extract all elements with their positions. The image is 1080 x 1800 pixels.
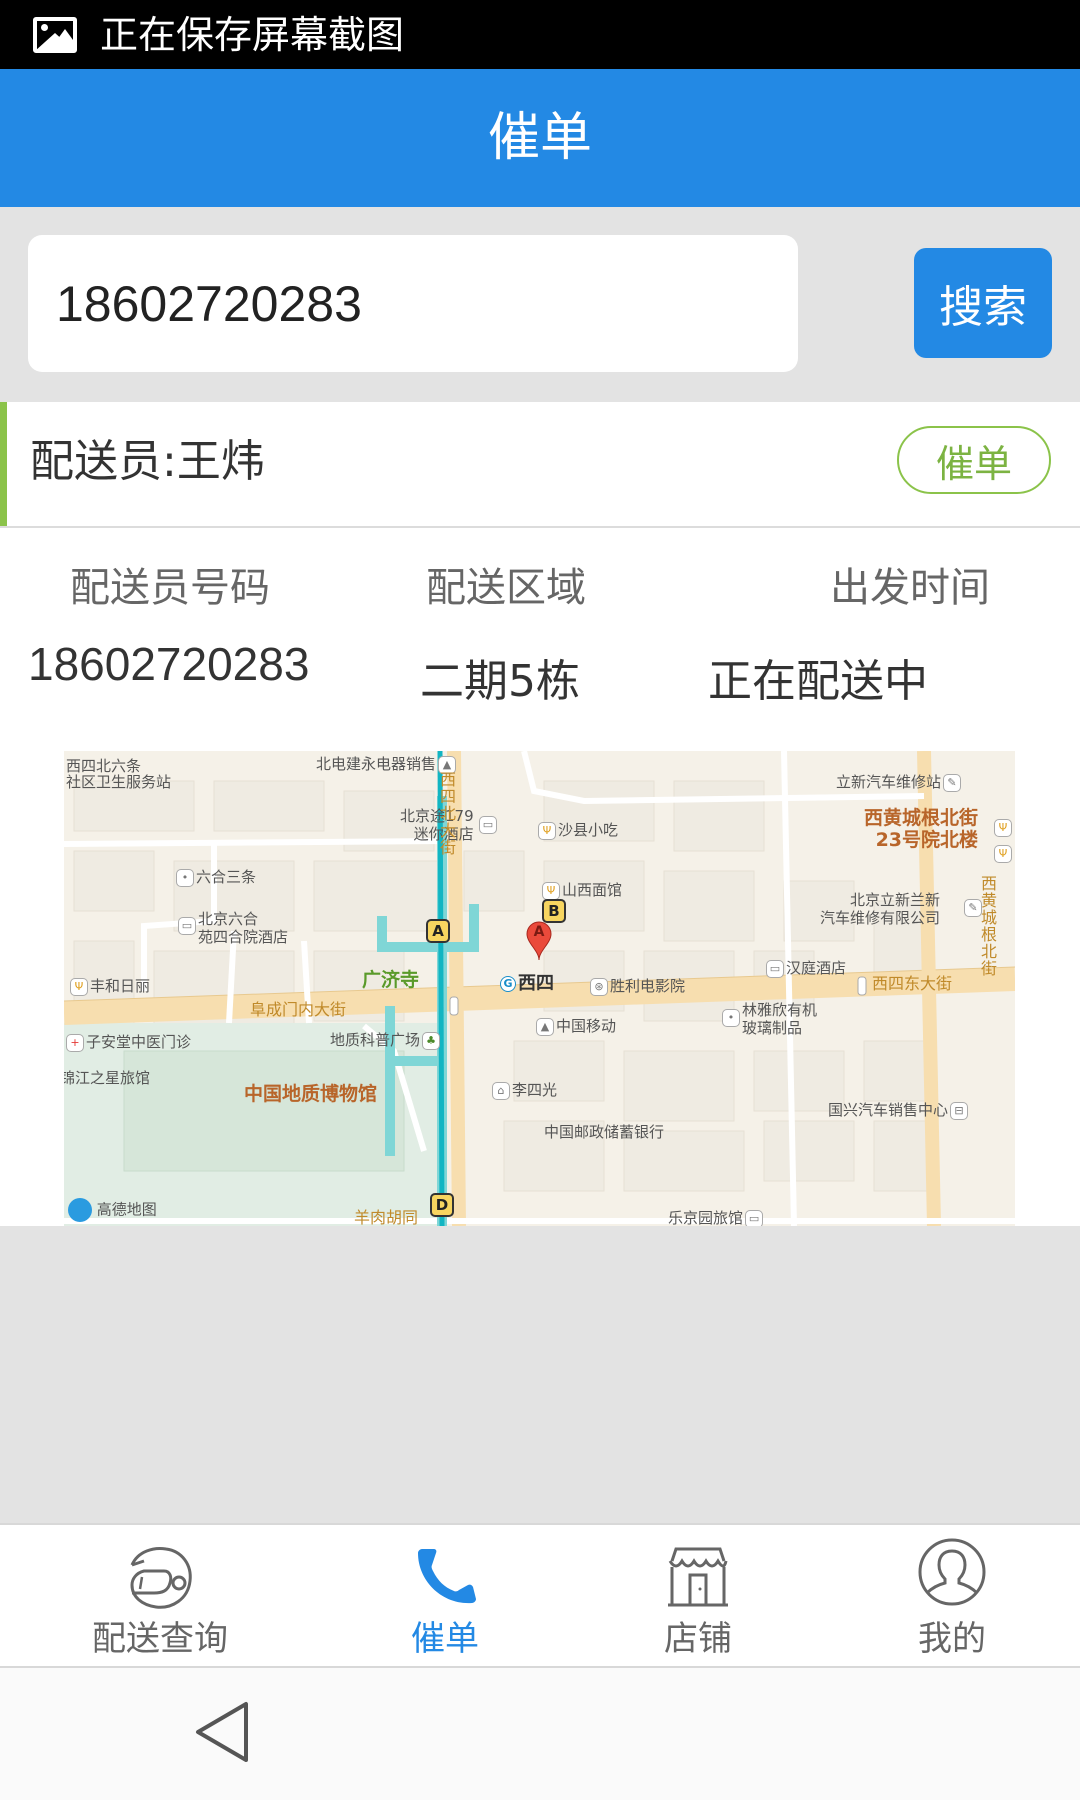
- header-courier-phone: 配送员号码: [70, 565, 270, 611]
- map-label: Ψ 丰和日丽: [68, 977, 150, 996]
- restaurant-icon: Ψ: [70, 977, 88, 996]
- status-text: 正在保存屏幕截图: [100, 13, 405, 57]
- restaurant-icon: Ψ: [994, 819, 1012, 837]
- search-button[interactable]: 搜索: [914, 248, 1052, 358]
- map-label: 国兴汽车销售中心 ⊟: [828, 1101, 970, 1120]
- amap-logo: 高德地图: [68, 1198, 157, 1222]
- map-label: ▭ 汉庭酒店: [764, 959, 846, 978]
- search-input[interactable]: [28, 235, 798, 372]
- header-delivery-area: 配送区域: [426, 565, 586, 611]
- tab-label: 配送查询: [92, 1619, 228, 1659]
- tab-label: 我的: [918, 1619, 986, 1659]
- map-label: Ψ 山西面馆: [540, 881, 622, 900]
- user-icon: [817, 1537, 1080, 1607]
- poi-dot-icon: •: [722, 1009, 740, 1027]
- helmet-icon: [25, 1543, 295, 1613]
- map-label: • 六合三条: [174, 868, 256, 887]
- back-triangle-icon: [196, 1702, 248, 1762]
- map-label: + 子安堂中医门诊: [64, 1033, 191, 1052]
- route-stop-d[interactable]: D: [430, 1193, 454, 1217]
- hotel-icon: ▭: [745, 1209, 764, 1226]
- shop-icon: ▲: [536, 1017, 554, 1036]
- map-label: 社区卫生服务站: [66, 773, 172, 791]
- map-label: G 西四: [498, 975, 554, 993]
- map-view[interactable]: 西四北六条 社区卫生服务站 北电建永电器销售 ▲ 北京途179 迷你酒店 ▭ • 六合…: [64, 751, 1015, 1226]
- hotel-icon: ▭: [766, 959, 784, 978]
- map-label: 中国邮政储蓄银行: [544, 1123, 665, 1141]
- marker-label: A: [533, 924, 545, 940]
- map-label: ⌂ 李四光: [490, 1081, 557, 1100]
- hotel-icon: ▭: [479, 816, 497, 834]
- status-bar: 正在保存屏幕截图: [0, 0, 1080, 69]
- amap-logo-icon: [68, 1198, 92, 1222]
- map-label: 乐京园旅馆 ▭: [668, 1209, 765, 1226]
- search-area: 搜索: [0, 207, 1080, 401]
- system-nav-bar: [0, 1668, 1080, 1800]
- road-label: 西四东大街: [872, 974, 953, 993]
- restaurant-icon: Ψ: [538, 821, 556, 840]
- map-label: 林雅欣有机 玻璃制品: [742, 1001, 818, 1037]
- image-icon: [33, 17, 77, 53]
- tab-label: 店铺: [664, 1619, 732, 1659]
- map-label: 西黄城根北街 23号院北楼: [864, 807, 979, 851]
- route-stop-b[interactable]: B: [542, 899, 566, 923]
- hotel-icon: ▭: [178, 917, 196, 935]
- wrench-icon: ✎: [943, 773, 962, 792]
- accent-bar: [0, 402, 7, 526]
- map-label: ▲ 中国移动: [534, 1017, 616, 1036]
- route-stop-a[interactable]: A: [426, 919, 450, 943]
- page-title: 催单: [487, 108, 592, 168]
- restaurant-icon: Ψ: [994, 845, 1012, 863]
- tab-label: 催单: [411, 1619, 479, 1659]
- road-label: 西黄城根北街: [978, 875, 997, 977]
- location-marker-icon[interactable]: A: [526, 921, 552, 961]
- clinic-icon: +: [66, 1033, 84, 1052]
- road-label: 羊肉胡同: [354, 1208, 419, 1227]
- courier-name: 配送员:王炜: [30, 436, 265, 487]
- map-label: 锦江之星旅馆: [64, 1069, 151, 1087]
- phone-icon: [310, 1543, 580, 1613]
- urge-button[interactable]: 催单: [897, 426, 1051, 494]
- restaurant-icon: Ψ: [542, 881, 560, 900]
- map-label: 立新汽车维修站 ✎: [836, 773, 963, 792]
- metro-icon: G: [500, 976, 516, 992]
- tab-mine[interactable]: 我的: [817, 1525, 1080, 1668]
- road-label: 阜成门内大街: [250, 1000, 347, 1019]
- park-icon: ♣: [422, 1031, 441, 1050]
- museum-icon: ⌂: [492, 1081, 510, 1100]
- app-header: 催单: [0, 69, 1080, 207]
- store-icon: [563, 1543, 833, 1613]
- tab-store[interactable]: 店铺: [563, 1525, 833, 1668]
- courier-row: 配送员:王炜 催单: [0, 402, 1080, 528]
- tab-urge[interactable]: 催单: [310, 1525, 580, 1668]
- road-label: 西四北大街: [437, 771, 456, 856]
- car-icon: ⊟: [950, 1101, 969, 1120]
- value-courier-phone: 18602720283: [28, 638, 310, 690]
- map-label: 地质科普广场 ♣: [330, 1031, 442, 1050]
- value-departure-time: 正在配送中: [708, 656, 928, 707]
- header-departure-time: 出发时间: [830, 565, 990, 611]
- tab-delivery-query[interactable]: 配送查询: [25, 1525, 295, 1668]
- map-label: ⊛ 胜利电影院: [588, 977, 685, 996]
- back-button[interactable]: [190, 1698, 260, 1768]
- map-label: 广济寺: [362, 969, 420, 991]
- map-label: 北京立新兰新 汽车维修有限公司: [820, 891, 941, 927]
- poi-dot-icon: •: [176, 868, 194, 887]
- cinema-icon: ⊛: [590, 977, 608, 996]
- map-label: 中国地质博物馆: [244, 1083, 378, 1105]
- map-label: 北京六合 苑四合院酒店: [198, 910, 289, 946]
- map-label: Ψ 沙县小吃: [536, 821, 618, 840]
- bottom-tab-bar: 配送查询 催单 店铺 我的: [0, 1523, 1080, 1668]
- value-delivery-area: 二期5栋: [420, 656, 580, 707]
- empty-area: [0, 1226, 1080, 1523]
